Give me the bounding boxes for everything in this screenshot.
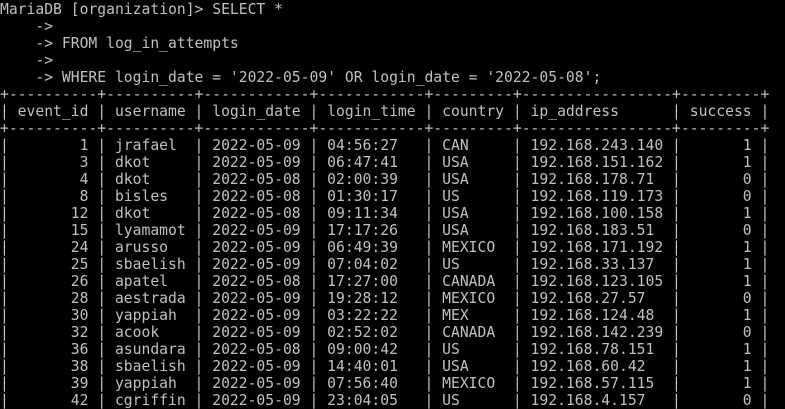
continuation-line: -> [0, 18, 54, 35]
table-row: | 28 | aestrada | 2022-05-09 | 19:28:12 … [0, 290, 770, 307]
table-row: | 30 | yappiah | 2022-05-09 | 03:22:22 |… [0, 307, 770, 324]
prompt-line: MariaDB [organization]> SELECT * [0, 1, 283, 18]
table-border: +----------+----------+------------+----… [0, 120, 770, 137]
table-row: | 24 | arusso | 2022-05-09 | 06:49:39 | … [0, 239, 770, 256]
table-row: | 39 | yappiah | 2022-05-09 | 07:56:40 |… [0, 375, 770, 392]
table-row: | 26 | apatel | 2022-05-08 | 17:27:00 | … [0, 273, 770, 290]
continuation-line: -> WHERE login_date = '2022-05-09' OR lo… [0, 69, 602, 86]
table-row: | 36 | asundara | 2022-05-08 | 09:00:42 … [0, 341, 770, 358]
table-row: | 4 | dkot | 2022-05-08 | 02:00:39 | USA… [0, 171, 770, 188]
continuation-line: -> [0, 52, 54, 69]
table-row: | 15 | lyamamot | 2022-05-09 | 17:17:26 … [0, 222, 770, 239]
table-row: | 38 | sbaelish | 2022-05-09 | 14:40:01 … [0, 358, 770, 375]
table-row: | 8 | bisles | 2022-05-08 | 01:30:17 | U… [0, 188, 770, 205]
table-row: | 3 | dkot | 2022-05-09 | 06:47:41 | USA… [0, 154, 770, 171]
table-row: | 12 | dkot | 2022-05-08 | 09:11:34 | US… [0, 205, 770, 222]
table-row: | 25 | sbaelish | 2022-05-09 | 07:04:02 … [0, 256, 770, 273]
table-row: | 1 | jrafael | 2022-05-09 | 04:56:27 | … [0, 137, 770, 154]
terminal-window[interactable]: MariaDB [organization]> SELECT * -> -> F… [0, 0, 785, 409]
table-border: +----------+----------+------------+----… [0, 86, 770, 103]
continuation-line: -> FROM log_in_attempts [0, 35, 239, 52]
table-row: | 42 | cgriffin | 2022-05-09 | 23:04:05 … [0, 392, 770, 409]
table-header-row: | event_id | username | login_date | log… [0, 103, 770, 120]
table-row: | 32 | acook | 2022-05-09 | 02:52:02 | C… [0, 324, 770, 341]
